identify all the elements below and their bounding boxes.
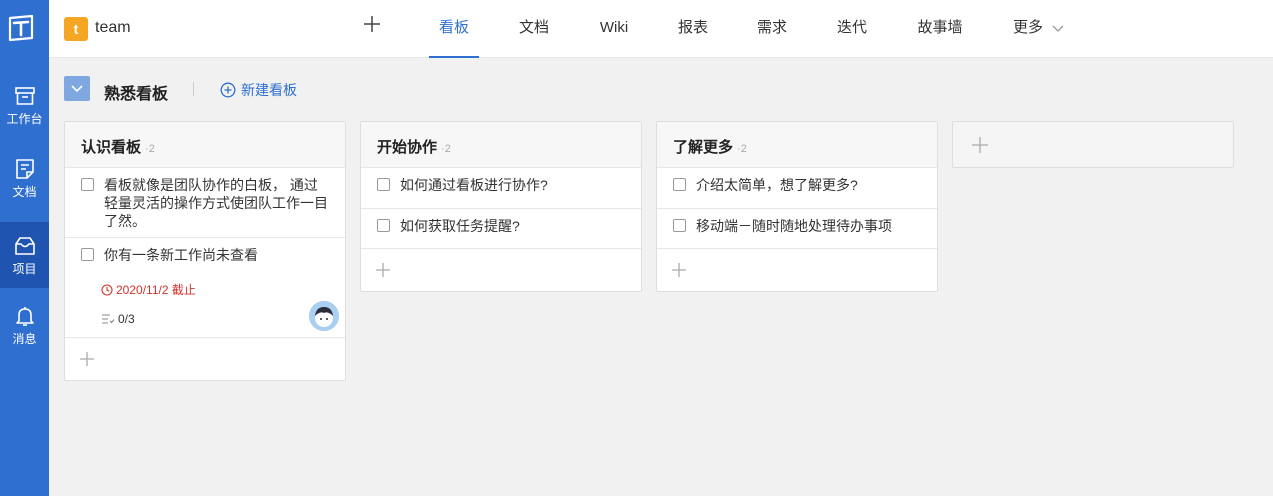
task-checkbox[interactable]: [377, 219, 390, 232]
add-card-button[interactable]: [65, 338, 345, 380]
task-checkbox[interactable]: [673, 219, 686, 232]
column-title: 认识看板: [81, 139, 142, 156]
sidebar-item-label: 工作台: [6, 111, 43, 126]
tab-docs[interactable]: 文档: [509, 0, 559, 58]
tab-more[interactable]: 更多: [1009, 0, 1069, 58]
tab-story-wall[interactable]: 故事墙: [909, 0, 971, 58]
column-header[interactable]: 开始协作 ·2: [361, 122, 641, 168]
task-card[interactable]: 如何通过看板进行协作?: [361, 168, 641, 209]
task-checkbox[interactable]: [81, 248, 94, 261]
board-title: 熟悉看板: [104, 86, 169, 103]
add-card-button[interactable]: [361, 249, 641, 291]
task-checkbox[interactable]: [377, 178, 390, 191]
due-date: 2020/11/2 截止: [101, 281, 329, 298]
task-card[interactable]: 你有一条新工作尚未查看 2020/11/2 截止 0/3: [65, 238, 345, 338]
column-title: 开始协作: [377, 139, 438, 156]
board-column: 开始协作 ·2 如何通过看板进行协作? 如何获取任务提醒?: [360, 121, 642, 292]
project-name[interactable]: team: [95, 19, 131, 37]
task-title: 你有一条新工作尚未查看: [104, 247, 258, 263]
user-avatar-icon: [309, 301, 339, 331]
task-card[interactable]: 移动端－随时随地处理待办事项: [657, 209, 937, 249]
sidebar-item-label: 消息: [12, 331, 37, 346]
collapse-board-button[interactable]: [64, 76, 90, 101]
add-card-button[interactable]: [657, 249, 937, 291]
board-column: 了解更多 ·2 介绍太简单，想了解更多? 移动端－随时随地处理待办事项: [656, 121, 938, 292]
plus-icon: [376, 263, 390, 277]
app-logo-icon[interactable]: [8, 14, 34, 42]
plus-icon: [672, 263, 686, 277]
plus-circle-icon: [220, 82, 236, 98]
task-card[interactable]: 介绍太简单，想了解更多?: [657, 168, 937, 209]
column-count: 2: [740, 143, 747, 155]
task-card[interactable]: 看板就像是团队协作的白板， 通过轻量灵活的操作方式使团队工作一目了然。: [65, 168, 345, 238]
tab-wiki[interactable]: Wiki: [589, 0, 639, 58]
chevron-down-icon: [1052, 25, 1064, 32]
document-icon: [15, 158, 34, 179]
task-card[interactable]: 如何获取任务提醒?: [361, 209, 641, 249]
board-column: 认识看板 ·2 看板就像是团队协作的白板， 通过轻量灵活的操作方式使团队工作一目了…: [64, 121, 346, 381]
tab-iterations[interactable]: 迭代: [827, 0, 877, 58]
task-title: 如何获取任务提醒?: [400, 218, 520, 234]
task-title: 介绍太简单，想了解更多?: [696, 177, 858, 193]
column-header[interactable]: 了解更多 ·2: [657, 122, 937, 168]
subtask-progress: 0/3: [101, 312, 329, 326]
sidebar: 工作台 文档 项目 消息: [0, 0, 49, 496]
sidebar-item-projects[interactable]: 项目: [0, 222, 49, 288]
divider: [193, 82, 194, 96]
task-title: 如何通过看板进行协作?: [400, 177, 548, 193]
task-title: 看板就像是团队协作的白板， 通过轻量灵活的操作方式使团队工作一目了然。: [104, 177, 328, 229]
sidebar-item-label: 文档: [12, 184, 37, 199]
sidebar-item-docs[interactable]: 文档: [0, 145, 49, 211]
project-icon: [14, 236, 35, 255]
subtask-count: 0/3: [118, 312, 135, 326]
plus-icon: [80, 352, 94, 366]
inbox-tray-icon: [14, 86, 35, 105]
clock-icon: [101, 283, 113, 296]
tab-kanban[interactable]: 看板: [429, 0, 479, 58]
tab-reports[interactable]: 报表: [668, 0, 718, 58]
plus-icon: [972, 136, 988, 153]
new-board-button[interactable]: 新建看板: [220, 80, 297, 100]
tab-requirements[interactable]: 需求: [747, 0, 797, 58]
due-date-text: 2020/11/2 截止: [116, 283, 196, 297]
avatar[interactable]: [309, 301, 339, 331]
task-title: 移动端－随时随地处理待办事项: [696, 218, 892, 234]
checklist-icon: [102, 314, 115, 324]
sidebar-item-workbench[interactable]: 工作台: [0, 72, 49, 138]
column-count: 2: [148, 143, 155, 155]
column-title: 了解更多: [673, 139, 734, 156]
chevron-down-icon: [71, 85, 83, 93]
bell-icon: [15, 306, 34, 326]
task-checkbox[interactable]: [673, 178, 686, 191]
tab-more-label: 更多: [1012, 19, 1043, 36]
add-column-button[interactable]: [952, 121, 1234, 168]
new-board-label: 新建看板: [241, 82, 297, 98]
plus-icon[interactable]: [362, 14, 382, 34]
top-nav-bar: t team 看板 文档 Wiki 报表 需求 迭代 故事墙 更多: [49, 0, 1273, 58]
project-badge[interactable]: t: [64, 17, 88, 41]
task-checkbox[interactable]: [81, 178, 94, 191]
column-header[interactable]: 认识看板 ·2: [65, 122, 345, 168]
sidebar-item-messages[interactable]: 消息: [0, 292, 49, 358]
sidebar-item-label: 项目: [12, 261, 37, 276]
column-count: 2: [444, 143, 451, 155]
